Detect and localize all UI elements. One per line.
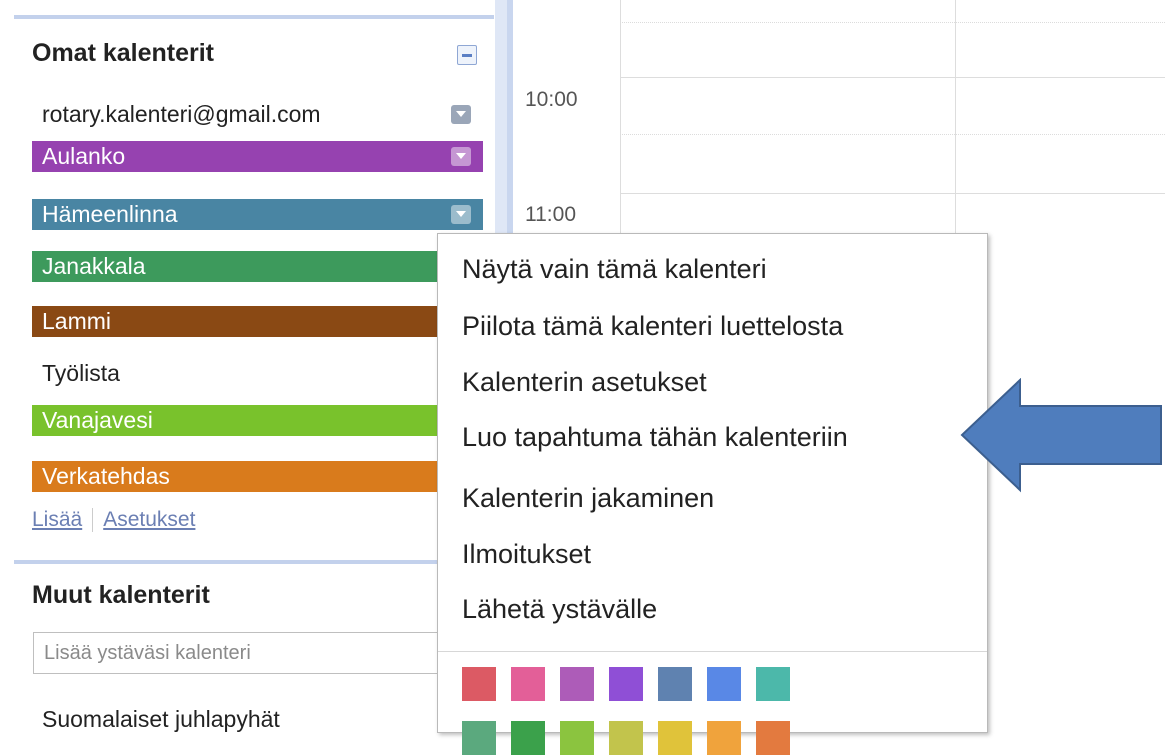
menu-item-notifications[interactable]: Ilmoitukset — [462, 539, 591, 570]
color-swatch[interactable] — [756, 721, 790, 755]
settings-link[interactable]: Asetukset — [103, 508, 195, 531]
collapse-icon[interactable] — [457, 45, 477, 65]
add-calendar-link[interactable]: Lisää — [32, 508, 82, 531]
calendar-item-label: Työlista — [42, 360, 120, 386]
calendar-links: Lisää Asetukset — [32, 508, 195, 533]
menu-divider — [438, 651, 987, 652]
calendar-sidebar: Omat kalenterit rotary.kalenteri@gmail.c… — [0, 0, 495, 732]
calendar-item-hameenlinna[interactable]: Hämeenlinna — [32, 199, 483, 230]
color-swatch[interactable] — [609, 721, 643, 755]
my-calendars-title: Omat kalenterit — [32, 39, 215, 67]
color-swatch[interactable] — [511, 667, 545, 701]
menu-item-create-event[interactable]: Luo tapahtuma tähän kalenteriin — [462, 422, 848, 453]
calendar-item-label: Janakkala — [42, 253, 146, 279]
dropdown-arrow-icon[interactable] — [451, 205, 471, 224]
menu-item-hide-calendar[interactable]: Piilota tämä kalenteri luettelosta — [462, 311, 843, 342]
calendar-item-vanajavesi[interactable]: Vanajavesi — [32, 405, 483, 436]
menu-item-calendar-settings[interactable]: Kalenterin asetukset — [462, 367, 707, 398]
other-calendars-title: Muut kalenterit — [32, 581, 210, 609]
time-label: 11:00 — [525, 203, 576, 226]
calendar-item-lammi[interactable]: Lammi — [32, 306, 483, 337]
calendar-item-label: Hämeenlinna — [42, 201, 178, 227]
time-label: 10:00 — [525, 88, 578, 111]
menu-item-send-to-friend[interactable]: Lähetä ystävälle — [462, 594, 657, 625]
calendar-item-tyolista[interactable]: Työlista — [32, 358, 483, 389]
color-swatch[interactable] — [658, 667, 692, 701]
calendar-item-label: Verkatehdas — [42, 463, 170, 489]
dropdown-arrow-icon[interactable] — [451, 105, 471, 124]
color-swatch[interactable] — [560, 667, 594, 701]
menu-item-share-calendar[interactable]: Kalenterin jakaminen — [462, 483, 714, 514]
calendar-item-janakkala[interactable]: Janakkala — [32, 251, 483, 282]
color-swatch[interactable] — [609, 667, 643, 701]
color-swatch[interactable] — [462, 667, 496, 701]
calendar-item-rotary[interactable]: rotary.kalenteri@gmail.com — [32, 99, 483, 130]
annotation-arrow-shape — [960, 378, 1162, 493]
section-divider — [14, 15, 494, 19]
calendar-context-menu: Näytä vain tämä kalenteri Piilota tämä k… — [437, 233, 988, 755]
other-calendar-item[interactable]: Suomalaiset juhlapyhät — [42, 706, 280, 733]
color-swatch[interactable] — [707, 721, 741, 755]
annotation-arrow-icon — [960, 378, 1162, 493]
section-divider — [14, 560, 494, 564]
dropdown-arrow-icon[interactable] — [451, 147, 471, 166]
menu-item-show-only[interactable]: Näytä vain tämä kalenteri — [462, 254, 767, 285]
color-swatch[interactable] — [707, 667, 741, 701]
calendar-item-verkatehdas[interactable]: Verkatehdas — [32, 461, 483, 492]
calendar-item-label: rotary.kalenteri@gmail.com — [42, 101, 321, 127]
add-friend-calendar-input[interactable]: Lisää ystäväsi kalenteri — [33, 632, 473, 674]
calendar-item-label: Lammi — [42, 308, 112, 334]
color-swatch[interactable] — [462, 721, 496, 755]
calendar-item-label: Vanajavesi — [42, 407, 153, 433]
color-swatch[interactable] — [511, 721, 545, 755]
color-swatch[interactable] — [756, 667, 790, 701]
link-separator — [92, 508, 94, 533]
half-hour-line — [620, 134, 1165, 135]
hour-line — [620, 77, 1165, 78]
color-swatch[interactable] — [560, 721, 594, 755]
calendar-item-label: Aulanko — [42, 143, 126, 169]
hour-line — [620, 193, 1165, 194]
half-hour-line — [620, 22, 1165, 23]
calendar-item-aulanko[interactable]: Aulanko — [32, 141, 483, 172]
color-swatch[interactable] — [658, 721, 692, 755]
